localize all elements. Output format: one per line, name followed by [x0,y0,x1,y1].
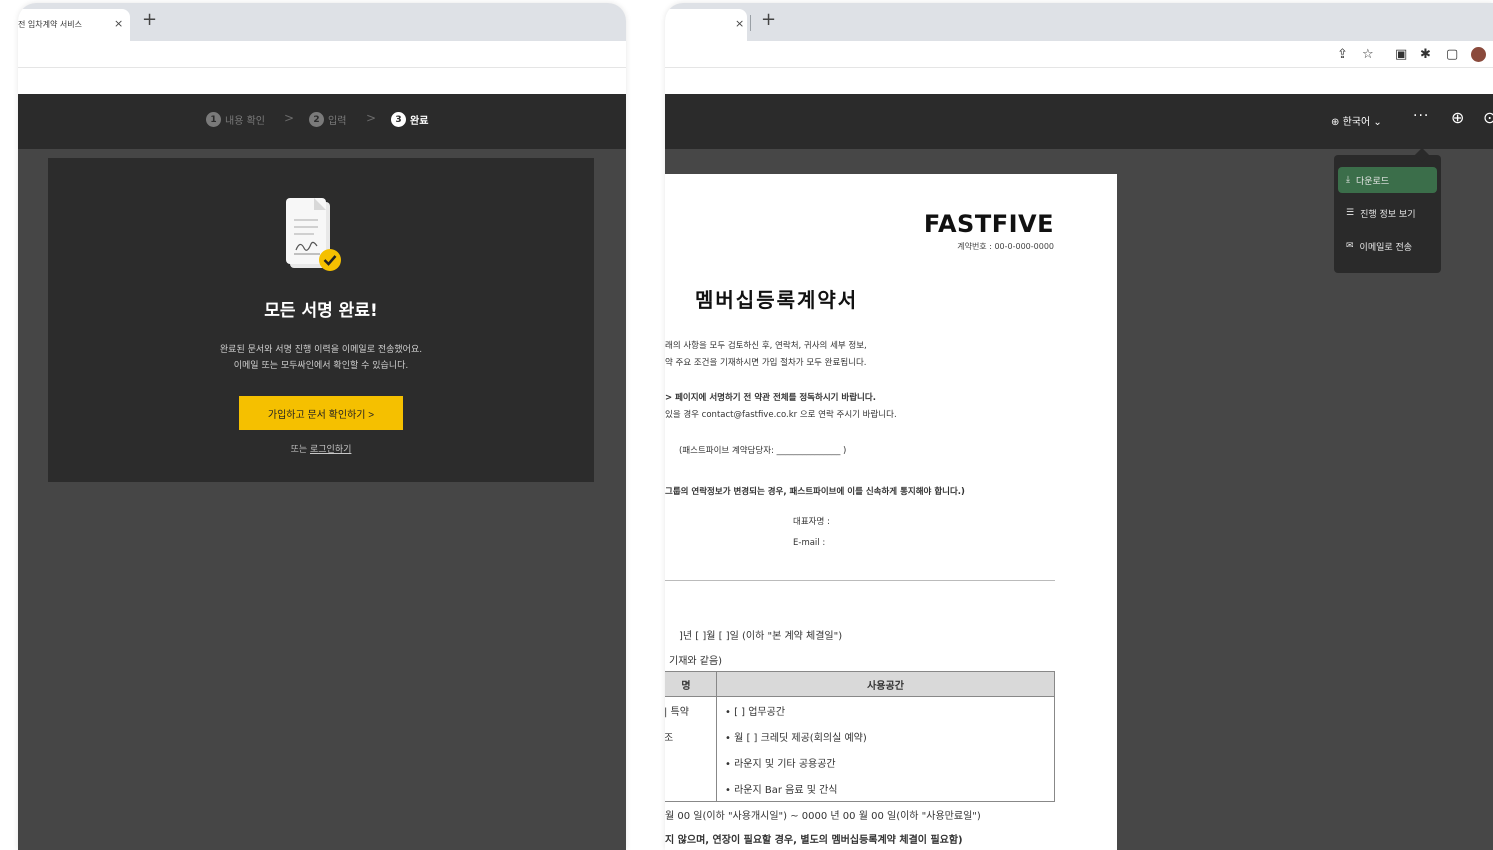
brand-logo: FASTFIVE [923,210,1054,238]
step-2: 2 입력 [309,112,346,127]
puzzle-icon[interactable]: ✱ [1420,47,1431,62]
step-label: 완료 [410,116,429,127]
signed-document-icon [286,198,341,271]
usage-space-table: 명 사용공간 | 특약 • [ ] 업무공간 조 • 월 [ ] 크레딧 제공(… [665,671,1055,802]
table-header: 사용공간 [716,671,1055,697]
contract-document: FASTFIVE 계약번호 : 00-0-000-0000 멤버십등록계약서 래… [665,174,1117,850]
description-line: 이메일 또는 모두싸인에서 확인할 수 있습니다. [233,361,409,371]
table-row: • 라운지 및 기타 공용공간 [665,749,1055,775]
language-label: 한국어 [1342,117,1371,128]
sidebar-icon[interactable]: ▢ [1446,47,1458,62]
new-tab-button[interactable]: + [142,9,157,30]
document-line: 그룹의 연락정보가 변경되는 경우, 패스트파이브에 이를 신속하게 통지해야 … [665,487,965,497]
globe-icon: ⊕ [1331,117,1340,128]
right-browser-window: × + ⇪ ☆ ▣ ✱ ▢ ⊕ 한국어 ⌄ ··· ⊕ ⊙ ⤓ 다운로드 ☰ 진… [665,3,1493,850]
step-3: 3 완료 [391,112,428,127]
document-line: 약 주요 조건을 기재하시면 가입 절차가 모두 완료됩니다. [665,358,867,368]
table-cell: • 월 [ ] 크레딧 제공(회의실 예약) [716,723,1055,749]
step-number: 3 [391,112,406,127]
document-line: 래의 사항을 모두 검토하신 후, 연락처, 귀사의 세부 정보, [665,341,867,351]
menu-item-label: 진행 정보 보기 [1360,209,1416,220]
step-label: 내용 확인 [225,116,265,127]
address-bar[interactable]: ⇪ ☆ ▣ ✱ ▢ [665,41,1493,68]
language-selector[interactable]: ⊕ 한국어 ⌄ [1331,113,1382,128]
tab-strip: × + [665,3,1493,41]
list-icon: ☰ [1346,208,1355,218]
document-title: 멤버십등록계약서 [695,288,859,312]
more-options-button[interactable]: ··· [1413,108,1429,124]
new-tab-button[interactable]: + [761,9,776,30]
document-line: 있을 경우 contact@fastfive.co.kr 으로 연락 주시기 바… [665,410,897,420]
document-line: > 페이지에 서명하기 전 약관 전체를 정독하시기 바랍니다. [665,393,876,403]
tab-strip: 전 임차계약 서비스 × + [18,3,626,41]
left-browser-window: 전 임차계약 서비스 × + 1 내용 확인 > 2 입력 > 3 완료 모든 … [18,3,626,850]
menu-item-send-email[interactable]: ✉ 이메일로 전송 [1338,233,1437,259]
login-prompt: 또는 로그인하기 [48,442,594,455]
star-icon[interactable]: ☆ [1362,47,1374,62]
tab-close-icon[interactable]: × [114,17,123,30]
completion-card: 모든 서명 완료! 완료된 문서와 서명 진행 이력을 이메일로 전송했어요. … [48,158,594,482]
browser-tab[interactable]: × [665,9,747,41]
chevron-down-icon: ⌄ [1373,117,1382,128]
table-row: | 특약 • [ ] 업무공간 [665,696,1055,723]
avatar[interactable] [1471,47,1486,62]
document-line: (패스트파이브 계약담당자: _______________ ) [679,446,847,456]
menu-item-label: 이메일로 전송 [1359,242,1413,253]
document-line: 지 않으며, 연장이 필요할 경우, 별도의 멤버십등록계약 체결이 필요함) [665,835,963,846]
table-cell: 조 [665,723,717,749]
table-cell [665,775,717,802]
table-cell: | 특약 [665,696,717,723]
table-cell: • 라운지 Bar 음료 및 간식 [716,775,1055,802]
document-line: 기재와 같음) [669,656,723,667]
table-cell [665,749,717,775]
viewer-header: ⊕ 한국어 ⌄ ··· ⊕ ⊙ [665,94,1493,149]
divider [665,580,1055,581]
tab-close-icon[interactable]: × [735,17,744,30]
share-icon[interactable]: ⇪ [1337,47,1348,62]
table-row: • 라운지 Bar 음료 및 간식 [665,775,1055,802]
representative-name-field: 대표자명 : [793,517,830,527]
more-options-menu: ⤓ 다운로드 ☰ 진행 정보 보기 ✉ 이메일로 전송 [1334,155,1441,273]
menu-item-download[interactable]: ⤓ 다운로드 [1338,167,1437,193]
step-number: 2 [309,112,324,127]
signup-view-document-button[interactable]: 가입하고 문서 확인하기 > [239,396,403,430]
completion-title: 모든 서명 완료! [264,301,378,321]
address-bar[interactable] [18,41,626,68]
document-line: ]년 [ ]월 [ ]일 (이하 "본 계약 체결일") [679,631,843,642]
step-header: 1 내용 확인 > 2 입력 > 3 완료 [18,94,626,149]
download-icon: ⤓ [1346,175,1350,185]
document-line: 월 00 일(이하 "사용개시일") ~ 0000 년 00 월 00 일(이하… [665,811,981,822]
chevron-right-icon: > [366,111,377,125]
table-header: 명 [665,671,717,697]
table-cell: • [ ] 업무공간 [716,696,1055,723]
step-label: 입력 [328,116,347,127]
menu-item-progress-info[interactable]: ☰ 진행 정보 보기 [1338,200,1437,226]
settings-icon[interactable]: ⊙ [1483,108,1493,127]
browser-tab[interactable]: 전 임차계약 서비스 × [18,9,130,41]
login-link[interactable]: 로그인하기 [310,445,351,455]
mail-icon: ✉ [1346,241,1354,251]
email-field: E-mail : [793,538,826,548]
table-row: 조 • 월 [ ] 크레딧 제공(회의실 예약) [665,723,1055,749]
tab-divider [750,15,751,31]
step-1: 1 내용 확인 [206,112,265,127]
step-number: 1 [206,112,221,127]
description-line: 완료된 문서와 서명 진행 이력을 이메일로 전송했어요. [219,345,423,355]
contract-number: 계약번호 : 00-0-000-0000 [957,242,1054,251]
menu-item-label: 다운로드 [1355,176,1390,187]
completion-description: 완료된 문서와 서명 진행 이력을 이메일로 전송했어요. 이메일 또는 모두싸… [48,342,594,374]
login-prefix: 또는 [290,445,310,455]
tab-title: 전 임차계약 서비스 [18,20,82,29]
chevron-right-icon: > [284,111,295,125]
table-cell: • 라운지 및 기타 공용공간 [716,749,1055,775]
add-circle-icon[interactable]: ⊕ [1451,108,1464,127]
extension-icon[interactable]: ▣ [1395,47,1407,62]
